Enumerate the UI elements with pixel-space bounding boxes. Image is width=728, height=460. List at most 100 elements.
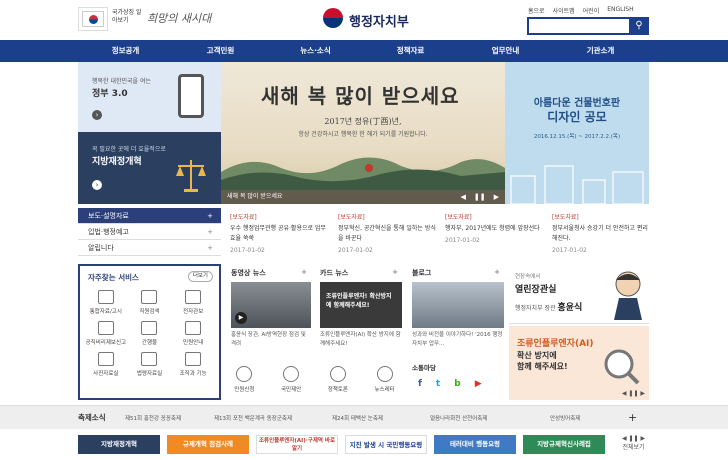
festival-item[interactable]: 안성빙어축제 xyxy=(550,414,580,422)
nav-about[interactable]: 기관소개 xyxy=(553,40,648,62)
news-item[interactable]: [보도자료] 정부혁신, 공간혁신을 통해 일하는 방식을 바꾼다 2017-0… xyxy=(330,212,437,260)
youtube-icon[interactable]: ▶ xyxy=(475,379,482,389)
blog-thumbnail[interactable] xyxy=(412,282,504,328)
gazette-icon xyxy=(185,290,202,304)
top-link-kids[interactable]: 어린이 xyxy=(583,6,600,15)
flag-label[interactable]: 국가상징 알아보기 xyxy=(112,9,142,25)
service-item[interactable]: 조직과 기능 xyxy=(171,352,215,377)
nav-news[interactable]: 뉴스·소식 xyxy=(268,40,363,62)
twitter-icon[interactable]: t xyxy=(436,379,440,389)
tab-legislation[interactable]: 입법·행정예고 + xyxy=(78,224,221,240)
blog-icon[interactable]: b xyxy=(454,379,460,389)
main-navigation: 정보공개 고객민원 뉴스·소식 정책자료 업무안내 기관소개 xyxy=(0,40,728,62)
nav-work-guide[interactable]: 업무안내 xyxy=(458,40,553,62)
government-logo-icon[interactable] xyxy=(323,8,343,28)
festival-item[interactable]: 제13회 포천 백운계곡 동장군축제 xyxy=(214,414,292,422)
service-item[interactable]: 민원안내 xyxy=(171,321,215,346)
festival-item[interactable]: 얼음나라화천 산천어축제 xyxy=(430,414,487,422)
gov3-banner[interactable]: 행복한 대한민국을 여는 정부 3.0 › xyxy=(78,62,221,132)
news-title[interactable]: 정부혁신, 공간혁신을 통해 일하는 방식을 바꾼다 xyxy=(338,224,437,244)
service-item[interactable]: 법령자료실 xyxy=(128,352,172,377)
book-icon xyxy=(141,321,158,335)
search-icon[interactable]: ⚲ xyxy=(629,17,649,35)
play-icon[interactable]: ▶ xyxy=(235,312,247,324)
quick-link-newsletter[interactable]: 뉴스레터 xyxy=(361,362,408,398)
plus-icon[interactable]: + xyxy=(207,240,213,256)
service-item[interactable]: 직원검색 xyxy=(128,290,172,315)
news-date: 2017-01-02 xyxy=(445,237,480,244)
pause-icon[interactable]: ❚❚ xyxy=(474,190,486,204)
newsletter-icon xyxy=(376,366,393,382)
org-chart-icon xyxy=(185,352,202,366)
local-finance-banner[interactable]: 꼭 필요한 곳에 더 효율적으로 지방재정개혁 › xyxy=(78,132,221,204)
view-all-link[interactable]: 전체보기 xyxy=(622,443,645,452)
festival-item[interactable]: 제51회 홍천강 꽁꽁축제 xyxy=(125,414,181,422)
service-label: 전자관보 xyxy=(183,309,204,315)
news-title[interactable]: 우수 행정업무관행 공유·활용으로 업무효율 쑥쑥 xyxy=(230,224,329,244)
minister-name: 홍윤식 xyxy=(557,303,583,313)
plus-icon[interactable]: + xyxy=(301,268,307,276)
bottom-banner-avian[interactable]: 조류인플루엔자(AI)·구제역 바로 알기 xyxy=(256,435,338,454)
avian-influenza-banner[interactable]: 조류인플루엔자(AI) 확산 방지에 함께 해주세요! ◀ ❚❚ ▶ xyxy=(509,326,649,400)
bottom-banner-terror[interactable]: 테러대비 행동요령 xyxy=(434,435,516,454)
minister-office[interactable]: 현장속에서 열린장관실 행정자치부 장관 홍윤식 xyxy=(509,264,649,324)
news-title[interactable]: 행자부, 2017년에도 청렴에 앞장선다 xyxy=(445,224,544,234)
address-plate-contest-banner[interactable]: 아름다운 건물번호판 디자인 공모 2016.12.15.(목) ~ 2017.… xyxy=(505,62,649,204)
card-news-thumbnail[interactable]: 조류인플루엔자! 확산방지에 함께해주세요! xyxy=(320,282,402,328)
video-thumbnail[interactable]: ▶ xyxy=(231,282,311,328)
video-caption[interactable]: 홍윤식 장관, AI방역현장 점검 및 격려 xyxy=(231,331,311,349)
tab-notice[interactable]: 알립니다 + xyxy=(78,240,221,256)
news-item[interactable]: [보도자료] 정부서울청사 승강기 더 안전하고 편리해진다. 2017-01-… xyxy=(544,212,651,260)
more-button[interactable]: 더보기 xyxy=(187,271,213,282)
main-visual-banner[interactable]: 새해 복 많이 받으세요 2017년 정유(丁酉)년, 항상 건강하시고 행복한… xyxy=(221,62,505,204)
avian-line2-text: 확산 방지에 xyxy=(517,351,557,360)
service-item[interactable]: 간행물 xyxy=(128,321,172,346)
plus-icon[interactable]: + xyxy=(207,208,213,224)
bottom-banner-regulation-cases[interactable]: 지방규제혁신사례집 xyxy=(523,435,605,454)
festival-item[interactable]: 제24회 태백산 눈축제 xyxy=(332,414,383,422)
quick-link-proposal[interactable]: 국민제안 xyxy=(268,362,315,398)
proposal-icon xyxy=(283,366,300,382)
quick-link-debate[interactable]: 정책토론 xyxy=(315,362,362,398)
plus-icon[interactable]: + xyxy=(207,224,213,240)
avian-line1: 조류인플루엔자(AI) xyxy=(517,339,594,349)
plus-icon[interactable]: + xyxy=(628,411,637,424)
news-item[interactable]: [보도자료] 우수 행정업무관행 공유·활용으로 업무효율 쑥쑥 2017-01… xyxy=(222,212,329,260)
nav-civil-service[interactable]: 고객민원 xyxy=(173,40,268,62)
service-item[interactable]: 공직비리제보신고 xyxy=(84,321,128,346)
tab-notice-label: 알립니다 xyxy=(88,244,114,252)
blog-caption[interactable]: 성과와 비전을 이야기하다! '2016 행정자치부 업무... xyxy=(412,331,504,349)
plus-icon[interactable]: + xyxy=(392,268,398,276)
news-title[interactable]: 정부서울청사 승강기 더 안전하고 편리해진다. xyxy=(552,224,651,244)
facebook-icon[interactable]: f xyxy=(418,379,422,389)
top-link-sitemap[interactable]: 사이트맵 xyxy=(553,6,575,15)
nav-info-disclosure[interactable]: 정보공개 xyxy=(78,40,173,62)
service-item[interactable]: 전자관보 xyxy=(171,290,215,315)
search-input[interactable] xyxy=(529,19,629,33)
service-item[interactable]: 사진자료실 xyxy=(84,352,128,377)
prev-icon[interactable]: ◀ xyxy=(460,190,465,204)
national-flag-icon[interactable] xyxy=(78,7,108,31)
quick-link-civil-apply[interactable]: 민원신청 xyxy=(221,362,268,398)
arrow-right-icon[interactable]: › xyxy=(92,180,102,190)
debate-icon xyxy=(329,366,346,382)
card-news-caption[interactable]: 조류인플루엔자(AI) 확산 방지에 함께해주세요! xyxy=(320,331,402,349)
nav-policy[interactable]: 정책자료 xyxy=(363,40,458,62)
bottom-banner-finance[interactable]: 지방재정개혁 xyxy=(78,435,160,454)
news-tag: [보도자료] xyxy=(445,214,472,221)
next-icon[interactable]: ▶ xyxy=(494,190,499,204)
arrow-right-icon[interactable]: › xyxy=(92,110,102,120)
bottom-banner-earthquake[interactable]: 지진 발생 시 국민행동요령 xyxy=(345,435,427,454)
top-link-english[interactable]: ENGLISH xyxy=(607,6,633,15)
avian-controls[interactable]: ◀ ❚❚ ▶ xyxy=(622,390,645,397)
logo-text[interactable]: 행정자치부 xyxy=(349,11,409,30)
top-link-home[interactable]: 홈으로 xyxy=(528,6,545,15)
mountains-illustration xyxy=(221,157,505,190)
pager-arrows[interactable]: ◀ ❚❚ ▶ xyxy=(622,434,645,443)
news-item[interactable]: [보도자료] 행자부, 2017년에도 청렴에 앞장선다 2017-01-02 xyxy=(437,212,544,260)
bottom-banner-regulation[interactable]: 규제개혁 점검사례 xyxy=(167,435,249,454)
service-item[interactable]: 통합자료/고시 xyxy=(84,290,128,315)
plus-icon[interactable]: + xyxy=(494,268,500,276)
scale-icon xyxy=(176,160,206,192)
tab-press-release[interactable]: 보도·설명자료 + xyxy=(78,208,221,224)
